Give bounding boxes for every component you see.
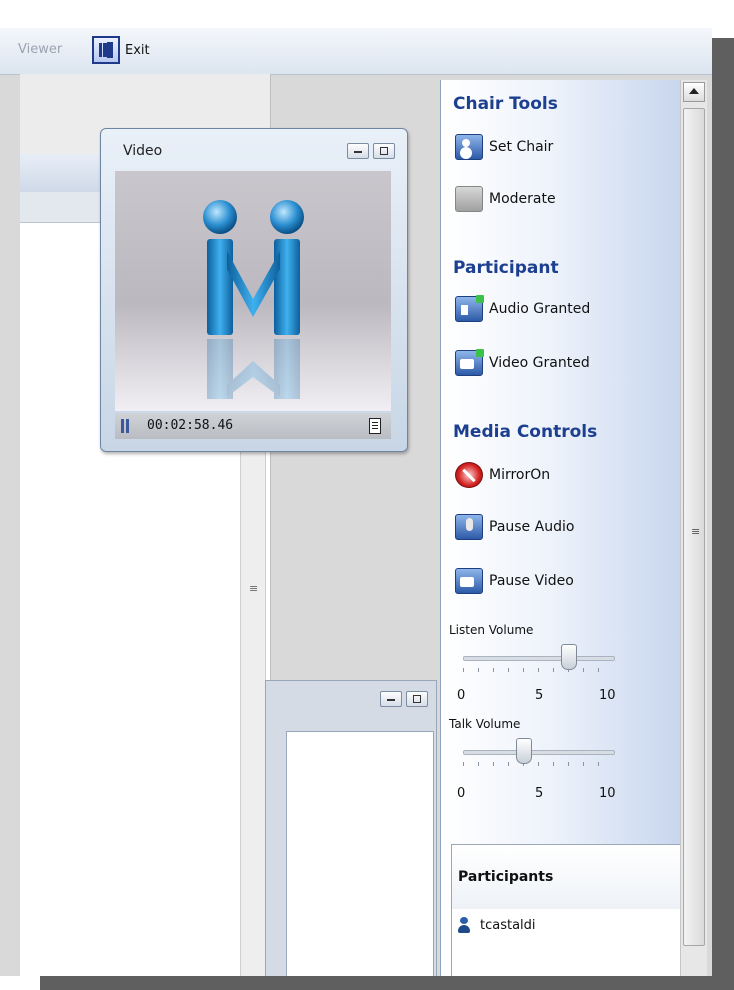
panel-splitter[interactable]: ≡	[240, 448, 266, 976]
set-chair-icon	[455, 134, 483, 160]
video-maximize-button[interactable]	[373, 143, 395, 159]
status-dot-icon	[476, 295, 484, 303]
video-minimize-button[interactable]	[347, 143, 369, 159]
video-granted-label: Video Granted	[489, 355, 590, 371]
audio-granted-icon	[455, 295, 484, 322]
participant-list-item[interactable]: tcastaldi	[458, 917, 536, 933]
moderate-label: Moderate	[489, 191, 556, 207]
listen-volume-ticks	[463, 668, 613, 672]
status-dot-icon	[476, 349, 484, 357]
splitter-grip-icon: ≡	[249, 582, 259, 595]
mirror-on-icon	[455, 462, 483, 488]
mirror-on-label: MirrorOn	[489, 467, 551, 483]
mirror-on-button[interactable]: MirrorOn	[455, 462, 550, 488]
scroll-up-arrow-icon[interactable]	[683, 82, 705, 102]
listen-volume-label: Listen Volume	[449, 623, 534, 637]
listen-scale-min: 0	[457, 688, 466, 703]
m-logo-icon	[203, 200, 304, 399]
talk-volume-ticks	[463, 762, 613, 766]
participants-panel: Participants tcastaldi	[451, 844, 681, 976]
video-menu-icon[interactable]	[369, 418, 381, 434]
listen-volume-thumb[interactable]	[561, 644, 577, 670]
pause-video-icon	[455, 568, 483, 594]
pause-video-label: Pause Video	[489, 573, 574, 589]
video-window: Video 00:02:58.46	[100, 128, 408, 452]
talk-scale-min: 0	[457, 786, 466, 801]
video-granted-icon	[455, 349, 484, 376]
set-chair-label: Set Chair	[489, 139, 554, 155]
moderate-icon	[455, 186, 483, 212]
secondary-window-buttons	[380, 691, 428, 707]
talk-volume-thumb[interactable]	[516, 738, 532, 764]
secondary-window-content	[286, 731, 434, 976]
pause-video-button[interactable]: Pause Video	[455, 568, 574, 594]
video-window-buttons	[347, 143, 395, 159]
listen-volume-track	[463, 656, 615, 661]
vertical-scrollbar[interactable]: ≡	[680, 80, 707, 976]
tools-panel: Chair Tools Set Chair Moderate Participa…	[440, 80, 681, 976]
talk-volume-label: Talk Volume	[449, 717, 521, 731]
video-window-title: Video	[123, 143, 163, 159]
video-pause-icon[interactable]	[121, 419, 124, 433]
scrollbar-thumb[interactable]: ≡	[683, 108, 705, 946]
listen-scale-max: 10	[599, 688, 616, 703]
listen-volume-slider[interactable]	[463, 640, 615, 680]
chair-tools-title: Chair Tools	[453, 94, 558, 114]
moderate-button[interactable]: Moderate	[455, 186, 556, 212]
pause-audio-label: Pause Audio	[489, 519, 575, 535]
main-toolbar: Viewer Exit	[0, 28, 712, 75]
talk-volume-track	[463, 750, 615, 755]
exit-button[interactable]: Exit	[92, 35, 150, 65]
participants-header: Participants	[452, 845, 680, 909]
video-feed	[115, 171, 391, 411]
secondary-minimize-button[interactable]	[380, 691, 402, 707]
participants-title: Participants	[458, 869, 554, 885]
app-window: Viewer Exit ≡ Video 00:02:58.46 Chair To…	[0, 28, 712, 976]
exit-label: Exit	[125, 42, 150, 58]
audio-granted-button[interactable]: Audio Granted	[455, 295, 591, 322]
secondary-maximize-button[interactable]	[406, 691, 428, 707]
listen-scale-mid: 5	[535, 688, 544, 703]
video-granted-button[interactable]: Video Granted	[455, 349, 590, 376]
audio-granted-label: Audio Granted	[489, 301, 591, 317]
pause-audio-icon	[455, 514, 483, 540]
secondary-window	[265, 680, 437, 976]
participant-title: Participant	[453, 258, 559, 278]
exit-icon	[92, 36, 120, 64]
scrollbar-grip-icon: ≡	[691, 525, 701, 538]
user-icon	[458, 917, 470, 933]
talk-scale-max: 10	[599, 786, 616, 801]
pause-audio-button[interactable]: Pause Audio	[455, 514, 574, 540]
talk-scale-mid: 5	[535, 786, 544, 801]
window-shadow-right	[712, 38, 734, 983]
set-chair-button[interactable]: Set Chair	[455, 134, 553, 160]
window-shadow-bottom	[40, 976, 734, 990]
video-status-bar: 00:02:58.46	[115, 413, 391, 439]
participant-name: tcastaldi	[480, 917, 536, 933]
video-timer: 00:02:58.46	[147, 418, 234, 433]
talk-volume-slider[interactable]	[463, 734, 615, 774]
media-controls-title: Media Controls	[453, 422, 598, 442]
viewer-menu-label[interactable]: Viewer	[18, 42, 62, 57]
